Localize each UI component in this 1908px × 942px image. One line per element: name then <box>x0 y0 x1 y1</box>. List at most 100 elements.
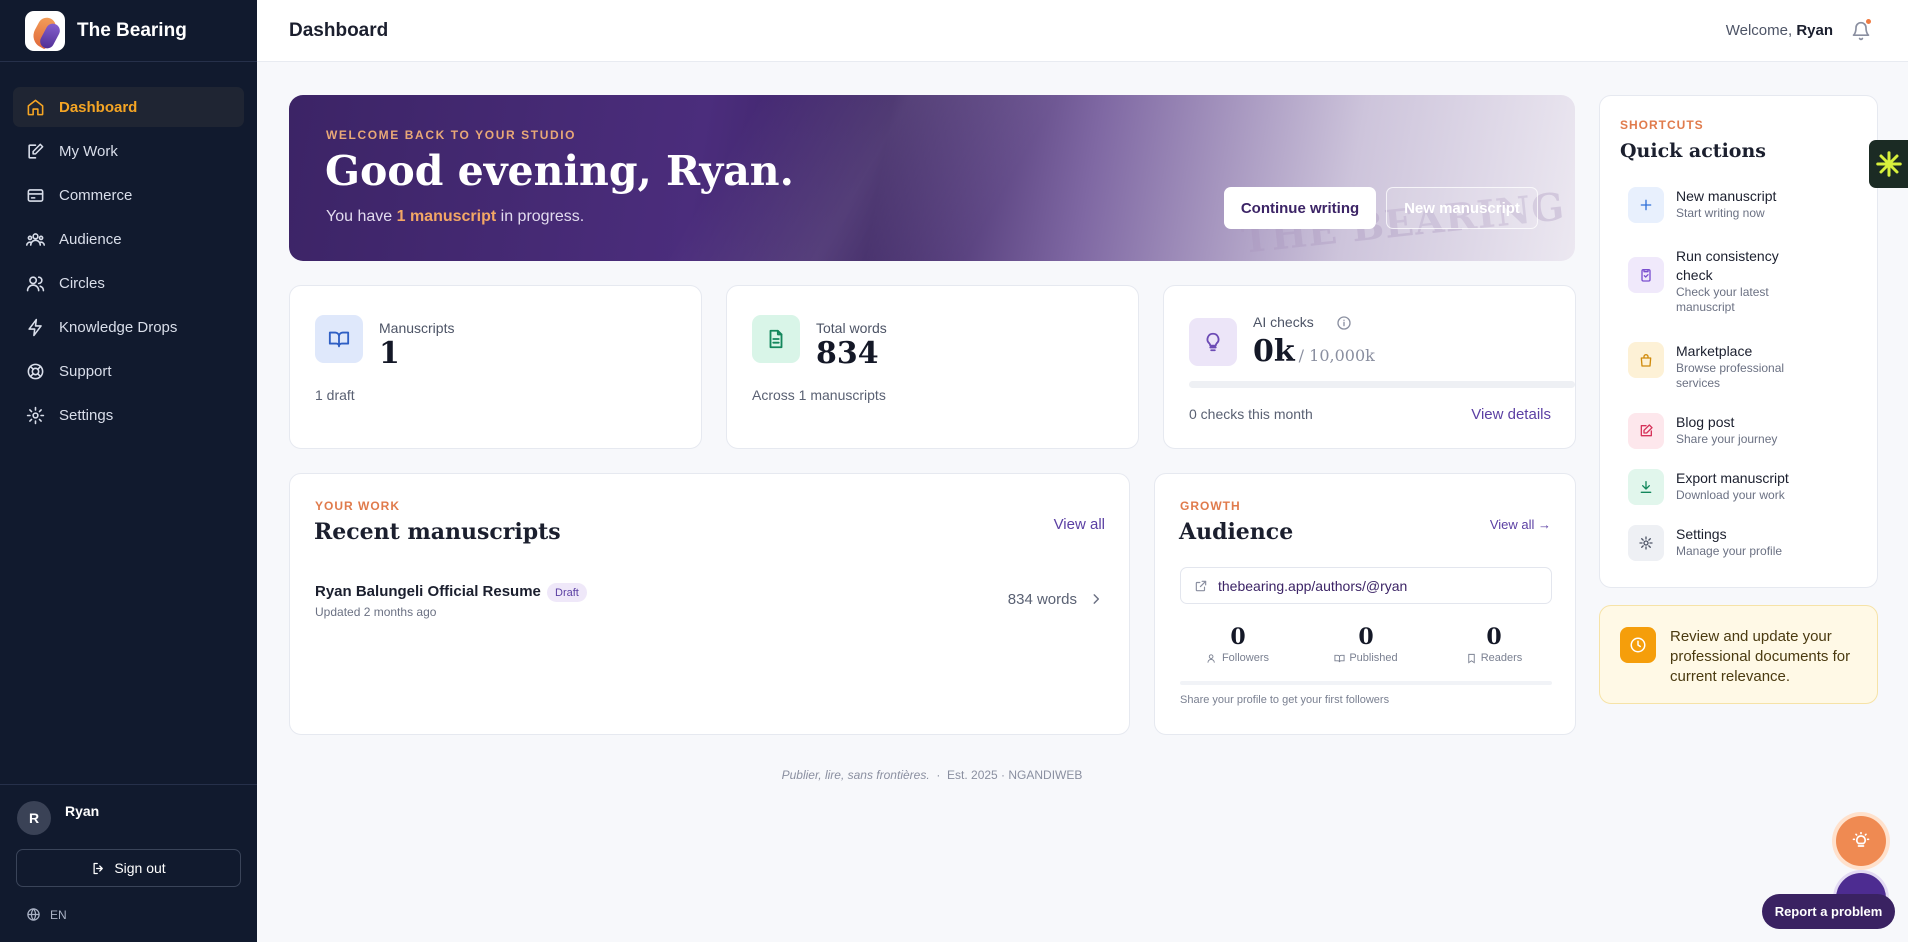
users-icon <box>1207 653 1215 663</box>
stat-label: Total words <box>816 320 887 336</box>
language-label: EN <box>50 907 67 922</box>
footer-separator: · <box>936 768 941 782</box>
gear-icon <box>1639 536 1653 550</box>
review-notice[interactable]: Review and update your professional docu… <box>1599 605 1878 704</box>
audience-divider <box>1180 681 1552 685</box>
sign-out-button[interactable]: Sign out <box>16 849 241 887</box>
status-badge: Draft <box>547 583 587 602</box>
ideas-fab-button[interactable] <box>1836 816 1886 866</box>
welcome-prefix: Welcome, <box>1725 22 1793 39</box>
language-switcher[interactable]: EN <box>0 887 257 922</box>
external-link-icon <box>1195 580 1207 591</box>
sidebar-item-label: Support <box>59 362 112 380</box>
sidebar-item-knowledge-drops[interactable]: Knowledge Drops <box>13 307 244 347</box>
top-header: Dashboard Welcome, Ryan <box>257 0 1908 62</box>
sidebar: The Bearing Dashboard My Work Commerce A… <box>0 0 257 942</box>
quick-action-title: Settings <box>1676 526 1727 542</box>
info-icon[interactable] <box>1336 315 1352 331</box>
gear-icon <box>26 406 45 424</box>
author-profile-link[interactable]: thebearing.app/authors/@ryan <box>1180 567 1552 604</box>
quick-action-marketplace[interactable]: Marketplace Browse professional services <box>1628 342 1806 391</box>
manuscript-words: 834 words <box>1007 591 1077 608</box>
avatar: R <box>17 801 51 835</box>
quick-action-title: Marketplace <box>1676 343 1753 359</box>
report-problem-button[interactable]: Report a problem <box>1762 894 1895 929</box>
quick-action-icon <box>1628 413 1664 449</box>
sidebar-item-dashboard[interactable]: Dashboard <box>13 87 244 127</box>
manuscript-title: Ryan Balungeli Official Resume <box>315 583 541 600</box>
sidebar-nav: Dashboard My Work Commerce Audience Circ… <box>0 62 257 435</box>
quick-action-subtitle: Start writing now <box>1676 206 1765 220</box>
sidebar-item-label: Audience <box>59 230 122 248</box>
stat-icon <box>315 315 363 363</box>
quick-action-subtitle: Check your latest manuscript <box>1676 285 1769 314</box>
sidebar-item-label: Settings <box>59 406 114 424</box>
edit-icon <box>28 143 44 159</box>
quick-action-settings[interactable]: Settings Manage your profile <box>1628 525 1806 561</box>
user-profile[interactable]: R Ryan <box>0 785 257 835</box>
bolt-icon <box>28 318 42 336</box>
globe-icon <box>27 908 40 921</box>
sparkle-icon <box>1875 151 1902 177</box>
stat-label: Published <box>1301 652 1431 664</box>
quick-action-blog-post[interactable]: Blog post Share your journey <box>1628 413 1806 449</box>
app-logo <box>25 10 65 51</box>
quick-action-title: Run consistency check <box>1676 248 1779 283</box>
section-title: Recent manuscripts <box>314 519 561 545</box>
view-all-manuscripts-link[interactable]: View all <box>1054 516 1105 533</box>
stat-value: 0 <box>1358 624 1374 650</box>
sidebar-item-circles[interactable]: Circles <box>13 263 244 303</box>
stat-icon <box>752 315 800 363</box>
manuscripts-stat-card: Manuscripts 1 1 draft <box>289 285 702 449</box>
ai-checks-limit: / 10,000k <box>1298 346 1375 365</box>
stat-label-text: Followers <box>1221 652 1270 664</box>
stat-label: AI checks <box>1253 314 1314 330</box>
stat-value: 0k/ 10,000k <box>1253 334 1375 369</box>
quick-action-consistency-check[interactable]: Run consistency check Check your latest … <box>1628 247 1806 315</box>
audience-hint: Share your profile to get your first fol… <box>1180 694 1390 706</box>
recent-manuscripts-card: YOUR WORK Recent manuscripts View all Ry… <box>289 473 1130 735</box>
bookmark-icon <box>1467 653 1475 663</box>
chevron-right-icon <box>1093 594 1100 604</box>
hero-sub-suffix: in progress. <box>500 208 585 225</box>
plus-icon <box>1640 199 1652 211</box>
document-icon <box>769 329 783 349</box>
section-eyebrow: SHORTCUTS <box>1620 118 1704 132</box>
sidebar-item-commerce[interactable]: Commerce <box>13 175 244 215</box>
user-name: Ryan <box>65 803 100 819</box>
home-icon <box>27 99 44 115</box>
stat-foot: 0 checks this month <box>1189 406 1313 422</box>
quick-action-subtitle: Share your journey <box>1676 432 1778 446</box>
sidebar-item-label: Commerce <box>59 186 133 204</box>
view-details-link[interactable]: View details <box>1471 406 1551 423</box>
quick-action-text: Run consistency check Check your latest … <box>1676 247 1806 315</box>
quick-action-subtitle: Manage your profile <box>1676 544 1783 558</box>
sign-out-icon <box>93 862 104 874</box>
manuscript-updated: Updated 2 months ago <box>315 605 437 619</box>
book-open-icon <box>328 331 350 348</box>
stat-label-text: Published <box>1349 652 1398 664</box>
ai-checks-value: 0k <box>1253 334 1295 369</box>
sidebar-item-my-work[interactable]: My Work <box>13 131 244 171</box>
view-all-audience-link[interactable]: View all → <box>1490 517 1551 532</box>
section-title: Quick actions <box>1620 140 1766 162</box>
welcome-hero: THE BEARING WELCOME BACK TO YOUR STUDIO … <box>289 95 1575 261</box>
welcome-text: Welcome, Ryan <box>1726 22 1833 39</box>
extension-widget[interactable] <box>1869 140 1908 188</box>
quick-action-export-manuscript[interactable]: Export manuscript Download your work <box>1628 469 1806 505</box>
users-icon <box>26 275 45 291</box>
new-manuscript-button[interactable]: New manuscript <box>1386 187 1538 229</box>
quick-action-text: Blog post Share your journey <box>1676 413 1806 449</box>
brand[interactable]: The Bearing <box>0 0 257 62</box>
hero-sub-highlight: 1 manuscript <box>396 208 497 225</box>
sidebar-item-audience[interactable]: Audience <box>13 219 244 259</box>
quick-action-icon <box>1628 187 1664 223</box>
quick-action-new-manuscript[interactable]: New manuscript Start writing now <box>1628 187 1806 223</box>
sidebar-item-support[interactable]: Support <box>13 351 244 391</box>
hero-sub-prefix: You have <box>326 208 393 225</box>
continue-writing-button[interactable]: Continue writing <box>1224 187 1376 229</box>
total-words-stat-card: Total words 834 Across 1 manuscripts <box>726 285 1139 449</box>
clock-icon <box>1620 627 1656 663</box>
section-eyebrow: YOUR WORK <box>315 499 400 513</box>
sidebar-item-settings[interactable]: Settings <box>13 395 244 435</box>
